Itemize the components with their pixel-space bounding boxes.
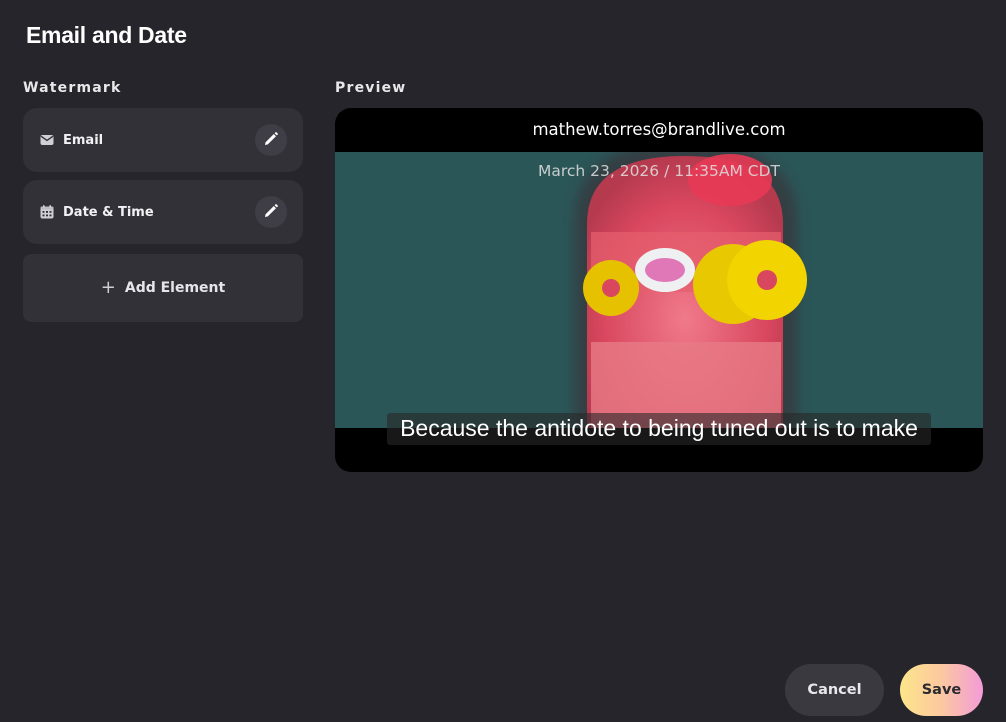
watermark-element-label: Email (63, 132, 104, 148)
preview-section-label: Preview (335, 80, 407, 96)
edit-date-time-button[interactable] (255, 196, 287, 228)
pencil-icon (264, 203, 278, 222)
watermark-email-text: mathew.torres@brandlive.com (532, 120, 786, 139)
watermark-element-date-time[interactable]: Date & Time (23, 180, 303, 244)
add-element-button[interactable]: + Add Element (23, 254, 303, 322)
envelope-icon (39, 133, 54, 148)
plus-icon: + (100, 277, 116, 298)
watermark-element-email[interactable]: Email (23, 108, 303, 172)
cancel-button[interactable]: Cancel (785, 664, 884, 716)
watermark-section-label: Watermark (23, 80, 122, 96)
save-button[interactable]: Save (900, 664, 983, 716)
page-title: Email and Date (26, 22, 187, 48)
calendar-icon (39, 205, 54, 220)
watermark-element-label: Date & Time (63, 204, 154, 220)
add-element-label: Add Element (124, 280, 226, 296)
preview-video-frame (335, 152, 983, 428)
caption-text: Because the antidote to being tuned out … (400, 415, 918, 441)
watermark-preview: mathew.torres@brandlive.com March 23, 20… (335, 108, 983, 472)
pencil-icon (264, 131, 278, 150)
edit-email-button[interactable] (255, 124, 287, 156)
preview-scene-image (335, 152, 983, 428)
email-date-watermark-page: Email and Date Watermark Preview Email D… (0, 0, 1006, 722)
watermark-date-text: March 23, 2026 / 11:35AM CDT (537, 162, 781, 180)
